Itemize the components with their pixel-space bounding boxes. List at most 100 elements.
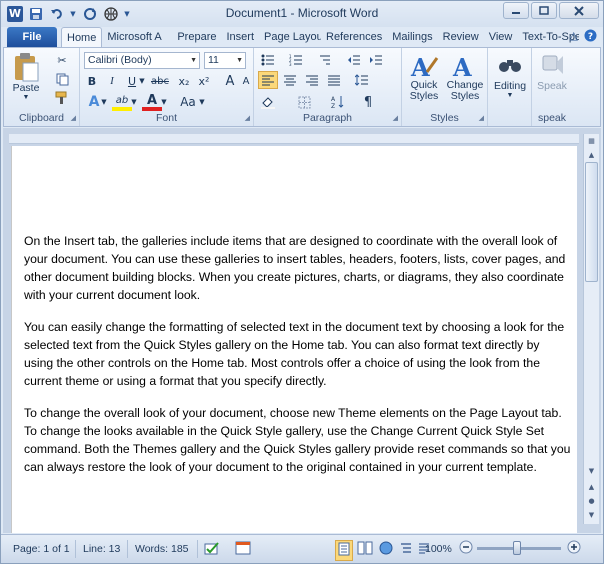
quick-styles-icon: A xyxy=(410,53,439,80)
format-painter-icon[interactable] xyxy=(52,89,72,107)
zoom-out-icon[interactable] xyxy=(459,540,473,557)
paste-icon xyxy=(15,53,39,82)
text-effects-dropdown-icon[interactable]: ▼ xyxy=(100,93,108,111)
line-spacing-icon[interactable] xyxy=(352,71,372,89)
maximize-button[interactable] xyxy=(531,2,557,19)
binoculars-icon xyxy=(499,60,521,72)
quick-styles-button[interactable]: A Quick Styles xyxy=(404,52,444,102)
word-count[interactable]: Words: 185 xyxy=(135,543,189,555)
highlight-button[interactable]: ab xyxy=(112,93,132,111)
font-size-combo[interactable]: 11 ▼ xyxy=(204,52,246,69)
styles-launcher-icon[interactable]: ◢ xyxy=(479,114,484,122)
borders-icon[interactable] xyxy=(294,93,314,111)
italic-button[interactable]: I xyxy=(102,72,122,90)
line-number[interactable]: Line: 13 xyxy=(83,543,120,555)
highlight-dropdown-icon[interactable]: ▼ xyxy=(130,93,138,111)
tab-view[interactable]: View xyxy=(484,27,518,47)
paragraph-3[interactable]: To change the overall look of your docum… xyxy=(24,404,572,476)
font-color-button[interactable]: A xyxy=(142,93,162,111)
change-case-button[interactable]: Aa xyxy=(176,93,200,111)
macro-record-icon[interactable] xyxy=(235,540,251,559)
font-name-combo[interactable]: Calibri (Body) ▼ xyxy=(84,52,200,69)
web-layout-view-icon[interactable] xyxy=(379,541,393,558)
tab-page-layout[interactable]: Page Layou xyxy=(259,27,321,47)
font-color-dropdown-icon[interactable]: ▼ xyxy=(160,93,168,111)
minimize-button[interactable] xyxy=(503,2,529,19)
tab-home[interactable]: Home xyxy=(61,27,103,47)
ruler-toggle-icon[interactable]: ▦ xyxy=(584,134,599,148)
font-group: Calibri (Body) ▼ 11 ▼ B I U ▼ abc x₂ x² A … xyxy=(80,48,254,126)
zoom-slider-thumb[interactable] xyxy=(513,541,521,555)
clipboard-launcher-icon[interactable]: ◢ xyxy=(71,114,76,122)
zoom-in-icon[interactable] xyxy=(567,540,581,557)
document-page[interactable]: On the Insert tab, the galleries include… xyxy=(11,146,577,533)
window-controls xyxy=(503,2,599,19)
paste-button[interactable]: Paste ▼ xyxy=(8,52,44,101)
speak-icon xyxy=(542,55,563,74)
svg-text:3: 3 xyxy=(289,62,292,66)
help-icon[interactable]: ? xyxy=(584,29,597,45)
vertical-scrollbar[interactable]: ▦ ▲ ▼ ▲ ● ▼ xyxy=(583,134,599,524)
paragraph-launcher-icon[interactable]: ◢ xyxy=(393,114,398,122)
browse-object-icon[interactable]: ● xyxy=(584,494,599,508)
change-styles-button[interactable]: A Change Styles xyxy=(444,52,486,102)
tab-review[interactable]: Review xyxy=(438,27,484,47)
editing-group: Editing ▼ xyxy=(488,48,532,126)
chevron-down-icon: ▼ xyxy=(506,92,514,99)
tab-insert[interactable]: Insert xyxy=(221,27,259,47)
copy-icon[interactable] xyxy=(52,70,72,88)
tab-microsoft[interactable]: Microsoft A xyxy=(102,27,172,47)
help-area: △ ? xyxy=(570,29,597,45)
shrink-font-button[interactable]: A xyxy=(236,72,256,90)
close-button[interactable] xyxy=(559,2,599,19)
numbering-icon[interactable]: 123 xyxy=(286,51,306,69)
ribbon-tab-bar: File Home Microsoft A Prepare Insert Pag… xyxy=(1,27,603,47)
align-left-icon[interactable] xyxy=(258,71,278,89)
underline-dropdown-icon[interactable]: ▼ xyxy=(138,72,146,90)
speak-button[interactable]: Speak xyxy=(532,52,572,92)
align-center-icon[interactable] xyxy=(280,71,300,89)
align-right-icon[interactable] xyxy=(302,71,322,89)
scroll-down-icon[interactable]: ▼ xyxy=(584,464,599,478)
editing-button[interactable]: Editing ▼ xyxy=(490,52,530,99)
tab-references[interactable]: References xyxy=(321,27,387,47)
increase-indent-icon[interactable] xyxy=(366,51,386,69)
previous-page-icon[interactable]: ▲ xyxy=(584,480,599,494)
bold-button[interactable]: B xyxy=(82,72,102,90)
ribbon-collapse-icon[interactable]: △ xyxy=(570,29,578,45)
bullets-icon[interactable] xyxy=(258,51,278,69)
proofing-icon[interactable] xyxy=(203,540,221,561)
justify-icon[interactable] xyxy=(324,71,344,89)
status-bar: Page: 1 of 1 Line: 13 Words: 185 100% xyxy=(1,534,603,563)
paragraph-2[interactable]: You can easily change the formatting of … xyxy=(24,318,572,390)
clipboard-group: Paste ▼ ✂ Clipboard ◢ xyxy=(4,48,80,126)
styles-group: A Quick Styles A Change Styles Styles ◢ xyxy=(402,48,488,126)
pilcrow-icon[interactable]: ¶ xyxy=(358,93,378,111)
strikethrough-button[interactable]: abc xyxy=(148,72,172,90)
print-layout-view-icon[interactable] xyxy=(335,540,353,561)
next-page-icon[interactable]: ▼ xyxy=(584,508,599,522)
font-launcher-icon[interactable]: ◢ xyxy=(245,114,250,122)
svg-text:?: ? xyxy=(588,32,593,42)
outline-view-icon[interactable] xyxy=(399,541,413,558)
page-count[interactable]: Page: 1 of 1 xyxy=(13,543,70,555)
full-screen-reading-view-icon[interactable] xyxy=(357,541,373,558)
multilevel-list-icon[interactable] xyxy=(314,51,334,69)
horizontal-ruler xyxy=(9,134,579,144)
tab-prepare[interactable]: Prepare xyxy=(172,27,221,47)
scrollbar-thumb[interactable] xyxy=(585,162,598,282)
zoom-level[interactable]: 100% xyxy=(425,543,452,555)
scroll-up-icon[interactable]: ▲ xyxy=(584,148,599,162)
sort-icon[interactable]: AZ xyxy=(328,93,348,111)
superscript-button[interactable]: x² xyxy=(194,72,214,90)
change-case-dropdown-icon[interactable]: ▼ xyxy=(198,93,206,111)
cut-icon[interactable]: ✂ xyxy=(52,51,72,69)
tab-mailings[interactable]: Mailings xyxy=(387,27,437,47)
speak-group: Speak speak xyxy=(532,48,600,126)
paragraph-1[interactable]: On the Insert tab, the galleries include… xyxy=(24,232,572,304)
tab-file[interactable]: File xyxy=(7,27,57,47)
chevron-down-icon: ▼ xyxy=(22,94,30,101)
shading-icon[interactable] xyxy=(258,93,278,111)
subscript-button[interactable]: x₂ xyxy=(174,72,194,90)
decrease-indent-icon[interactable] xyxy=(344,51,364,69)
